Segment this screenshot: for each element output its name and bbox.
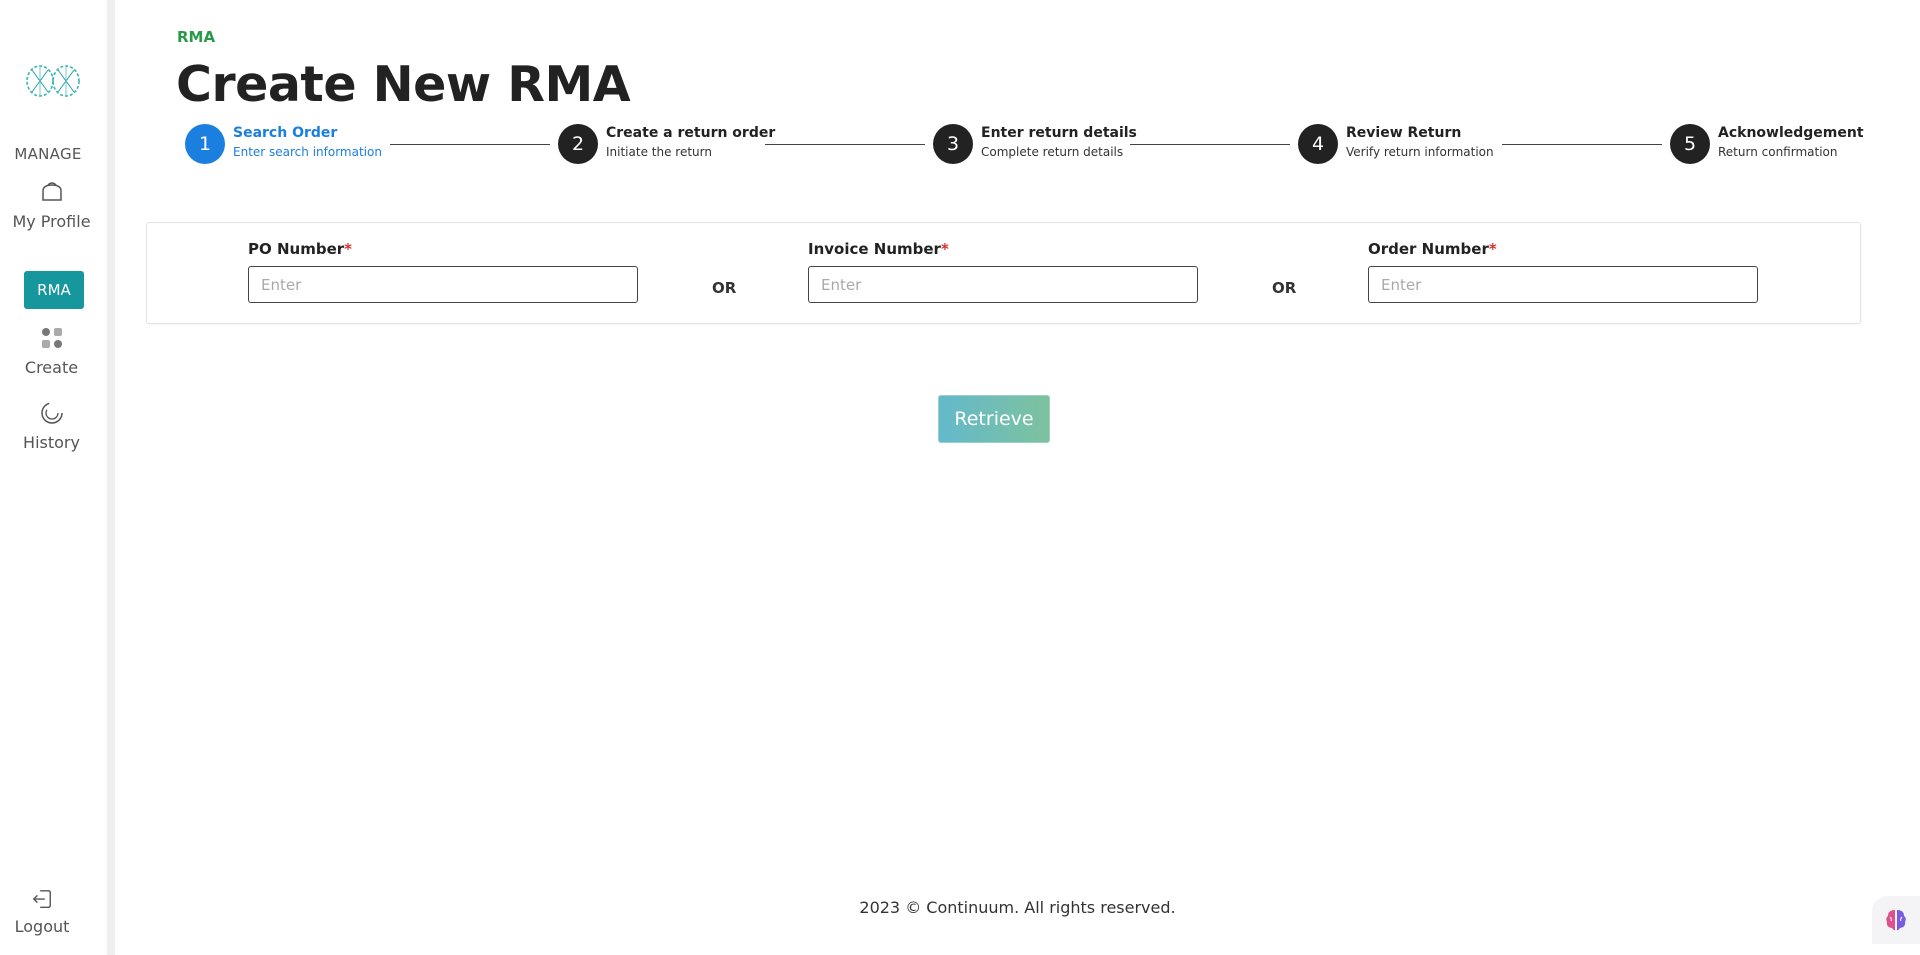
step-subtitle: Initiate the return [606,145,712,159]
sidebar-item-label: Create [24,358,79,377]
step-connector [765,144,925,145]
required-marker: * [940,240,949,258]
step-5: Acknowledgement Return confirmation [1718,125,1864,159]
breadcrumb[interactable]: RMA [177,28,215,46]
brain-icon [1886,910,1906,931]
bag-icon [41,182,62,201]
step-3: Enter return details Complete return det… [981,125,1137,159]
step-title: Search Order [233,125,338,141]
page-title: Create New RMA [176,56,631,113]
step-subtitle: Complete return details [981,145,1124,159]
required-marker: * [344,240,352,258]
order-number-label-text: Order Number [1368,240,1489,258]
sidebar-item-label: History [23,433,80,452]
step-2-number: 2 [558,124,598,164]
continuum-logo-icon[interactable] [24,60,82,102]
sidebar-item-my-profile[interactable]: My Profile [0,180,103,231]
step-4: Review Return Verify return information [1346,125,1494,159]
sidebar-item-history[interactable]: History [0,401,103,452]
step-title: Review Return [1346,125,1462,141]
po-number-label: PO Number* [248,240,352,258]
step-5-number: 5 [1670,124,1710,164]
progress-stepper: 1 Search Order Enter search information … [0,124,1920,168]
po-number-label-text: PO Number [248,240,345,258]
invoice-number-label-text: Invoice Number [808,240,941,258]
step-subtitle: Enter search information [233,145,382,159]
step-connector [1130,144,1290,145]
history-icon [40,402,63,424]
invoice-number-label: Invoice Number* [808,240,949,258]
sidebar-item-label: My Profile [12,212,91,231]
order-number-label: Order Number* [1368,240,1497,258]
order-search-card: PO Number* OR Invoice Number* OR Order N… [146,222,1861,324]
step-2: Create a return order Initiate the retur… [606,125,775,159]
step-title: Enter return details [981,125,1137,141]
sidebar-item-rma[interactable]: RMA [24,271,84,309]
step-1: Search Order Enter search information [233,125,382,159]
retrieve-button[interactable]: Retrieve [938,395,1050,443]
step-subtitle: Verify return information [1346,145,1494,159]
step-1-number: 1 [185,124,225,164]
logout-label: Logout [14,917,70,936]
step-title: Acknowledgement [1718,125,1864,141]
step-subtitle: Return confirmation [1718,145,1838,159]
grid-icon [41,328,62,348]
assistant-button[interactable] [1872,896,1920,944]
footer-copyright: 2023 © Continuum. All rights reserved. [859,898,1176,917]
step-connector [390,144,550,145]
or-separator: OR [712,279,737,297]
required-marker: * [1488,240,1497,258]
step-3-number: 3 [933,124,973,164]
step-connector [1502,144,1662,145]
step-4-number: 4 [1298,124,1338,164]
po-number-input[interactable] [248,266,638,303]
step-title: Create a return order [606,125,776,141]
sidebar-item-create[interactable]: Create [0,326,103,377]
or-separator: OR [1272,279,1297,297]
order-number-input[interactable] [1368,266,1758,303]
invoice-number-input[interactable] [808,266,1198,303]
